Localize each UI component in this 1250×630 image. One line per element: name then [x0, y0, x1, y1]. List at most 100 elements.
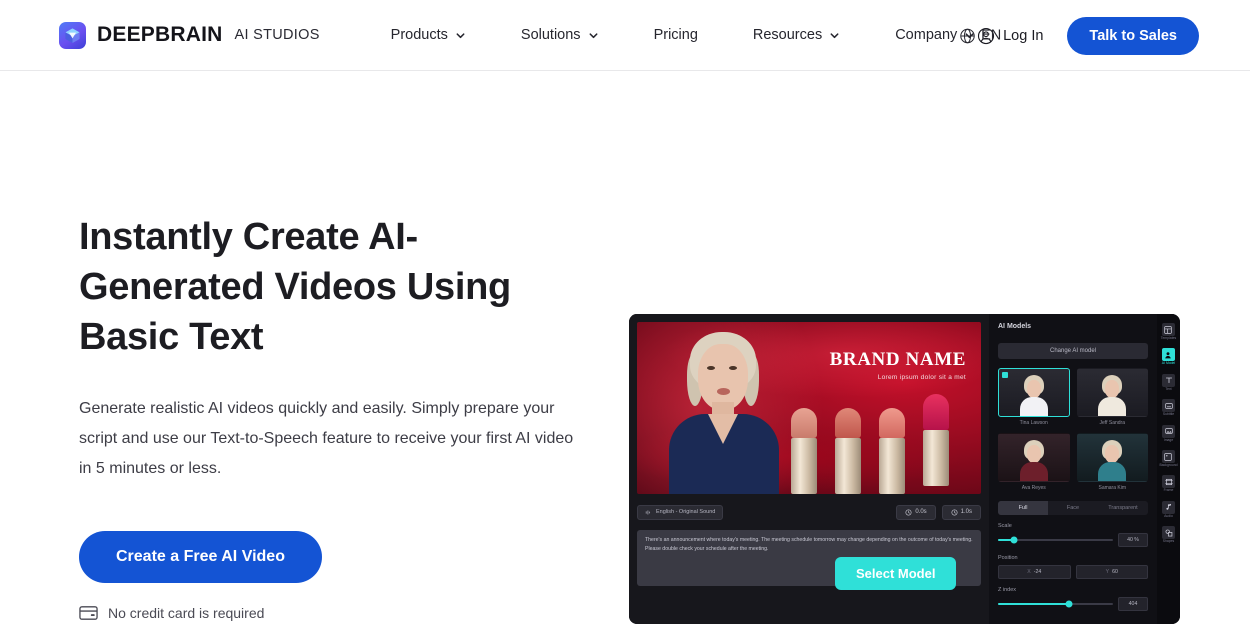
- tool-rail: Templates AI Model Text Subtitle Image B…: [1157, 314, 1180, 624]
- audio-icon: [1162, 500, 1175, 514]
- rail-item-templates[interactable]: Templates: [1161, 321, 1176, 342]
- model-card-1[interactable]: Jeff Sandra: [1076, 368, 1148, 426]
- nav-label: Products: [390, 27, 448, 43]
- globe-icon: [960, 28, 975, 43]
- rail-item-audio[interactable]: Audio: [1162, 499, 1175, 520]
- end-time-chip[interactable]: 1.0s: [941, 504, 981, 520]
- brand-name: DEEPBRAIN: [97, 23, 223, 46]
- nav-item-products[interactable]: Products: [381, 21, 476, 49]
- no-credit-card-note: No credit card is required: [79, 605, 591, 621]
- model-name: Ava Reyes: [1021, 485, 1046, 491]
- product-demo-mockup: BRAND NAME Lorem ipsum dolor sit a met E…: [629, 314, 1180, 624]
- video-canvas[interactable]: BRAND NAME Lorem ipsum dolor sit a met: [637, 322, 981, 494]
- rail-label: Audio: [1164, 513, 1173, 518]
- tab-transparent[interactable]: Transparent: [1098, 501, 1148, 515]
- rail-label: AI Model: [1161, 361, 1176, 366]
- shapes-icon: [1162, 526, 1175, 540]
- editor-stage: BRAND NAME Lorem ipsum dolor sit a met E…: [629, 314, 989, 624]
- audio-language-label: English - Original Sound: [656, 509, 716, 515]
- rail-label: Shapes: [1162, 539, 1175, 544]
- rail-label: Templates: [1160, 336, 1177, 340]
- canvas-brand-title: BRAND NAME: [829, 349, 966, 370]
- hero-section: Instantly Create AI-Generated Videos Usi…: [0, 71, 1250, 630]
- subtitle-icon: [1162, 399, 1175, 413]
- hero-copy: Instantly Create AI-Generated Videos Usi…: [79, 212, 591, 621]
- rail-item-text[interactable]: Text: [1162, 372, 1175, 393]
- time-controls: 0.0s 1.0s: [896, 504, 981, 520]
- position-y-axis: Y: [1105, 569, 1110, 575]
- nav-label: Company: [895, 27, 958, 43]
- main-nav: Products Solutions Pricing Resources Com…: [381, 21, 986, 49]
- templates-icon: [1161, 323, 1175, 336]
- talk-to-sales-button[interactable]: Talk to Sales: [1067, 16, 1199, 55]
- deepbrain-cube-logo-icon: [59, 21, 86, 49]
- audio-language-chip[interactable]: English - Original Sound: [637, 504, 724, 520]
- chevron-down-icon: [830, 32, 839, 38]
- model-card-0[interactable]: Tina Lawson: [998, 368, 1070, 426]
- rail-label: Frame: [1163, 488, 1174, 493]
- model-card-3[interactable]: Samara Kim: [1076, 433, 1148, 491]
- model-name: Jeff Sandra: [1099, 420, 1125, 426]
- header-actions: EN Log In Talk to Sales: [960, 0, 1199, 71]
- clock-icon: [905, 508, 912, 516]
- rail-item-frame[interactable]: Frame: [1162, 473, 1175, 494]
- nav-label: Solutions: [520, 27, 581, 43]
- chevron-down-icon: [456, 32, 465, 38]
- ai-model-icon: [1161, 348, 1175, 362]
- position-label: Position: [998, 555, 1018, 561]
- clock-icon: [951, 508, 958, 516]
- select-model-button[interactable]: Select Model: [835, 557, 957, 590]
- script-text: There's an announcement where today's me…: [645, 537, 973, 552]
- nav-item-pricing[interactable]: Pricing: [644, 21, 708, 49]
- scale-label: Scale: [998, 523, 1012, 529]
- ai-models-panel: AI Models Change AI model Tina Lawson Je…: [989, 314, 1157, 624]
- rail-item-shapes[interactable]: Shapes: [1162, 524, 1175, 545]
- nav-item-resources[interactable]: Resources: [743, 21, 850, 49]
- rail-item-image[interactable]: Image: [1162, 423, 1175, 444]
- nav-label: Resources: [752, 27, 823, 43]
- tab-full[interactable]: Full: [998, 501, 1048, 515]
- position-x-axis: X: [1027, 569, 1031, 575]
- start-time-chip[interactable]: 0.0s: [896, 504, 936, 520]
- model-card-2[interactable]: Ava Reyes: [998, 433, 1070, 491]
- audio-wave-icon: [645, 509, 651, 515]
- canvas-brand-tagline: Lorem ipsum dolor sit a met: [877, 374, 966, 381]
- panel-title: AI Models: [998, 323, 1032, 330]
- rail-label: Subtitle: [1162, 412, 1175, 417]
- frame-icon: [1162, 475, 1175, 489]
- z-index-slider[interactable]: [998, 600, 1113, 608]
- rail-label: Image: [1163, 437, 1174, 442]
- create-free-ai-video-button[interactable]: Create a Free AI Video: [79, 531, 322, 583]
- end-time-label: 1.0s: [960, 509, 972, 515]
- credit-card-icon: [79, 606, 98, 620]
- rail-item-ai-model[interactable]: AI Model: [1162, 346, 1175, 367]
- position-y-field[interactable]: Y 60: [1075, 565, 1148, 579]
- no-credit-card-label: No credit card is required: [108, 605, 265, 621]
- brand-logo[interactable]: DEEPBRAIN AI STUDIOS: [59, 21, 320, 49]
- rail-label: Background: [1159, 463, 1178, 468]
- hero-subcopy: Generate realistic AI videos quickly and…: [79, 400, 574, 477]
- change-ai-model-button[interactable]: Change AI model: [998, 343, 1148, 359]
- scale-slider-knob[interactable]: [1010, 536, 1018, 544]
- text-icon: [1162, 373, 1175, 387]
- page-title: Instantly Create AI-Generated Videos Usi…: [79, 216, 511, 358]
- model-grid: Tina Lawson Jeff Sandra Ava Reyes Samara…: [998, 368, 1148, 491]
- position-x-value: -24: [1033, 569, 1042, 575]
- position-x-field[interactable]: X -24: [998, 565, 1071, 579]
- scale-slider[interactable]: [998, 536, 1113, 544]
- z-index-value[interactable]: 404: [1118, 597, 1148, 611]
- z-index-control: Z index 404: [998, 587, 1148, 611]
- background-icon: [1161, 450, 1175, 464]
- z-index-slider-knob[interactable]: [1065, 600, 1073, 608]
- rail-label: Text: [1165, 386, 1172, 391]
- tab-face[interactable]: Face: [1048, 501, 1098, 515]
- rail-item-background[interactable]: Background: [1159, 448, 1178, 469]
- lipstick-row: [785, 394, 975, 494]
- z-index-label: Z index: [998, 587, 1017, 593]
- scale-value[interactable]: 40 %: [1118, 533, 1148, 547]
- site-header: DEEPBRAIN AI STUDIOS Products Solutions …: [0, 0, 1250, 71]
- nav-item-solutions[interactable]: Solutions: [511, 21, 609, 49]
- scale-control: Scale 40 %: [998, 523, 1148, 547]
- language-selector[interactable]: EN: [959, 27, 1001, 44]
- rail-item-subtitle[interactable]: Subtitle: [1162, 397, 1175, 418]
